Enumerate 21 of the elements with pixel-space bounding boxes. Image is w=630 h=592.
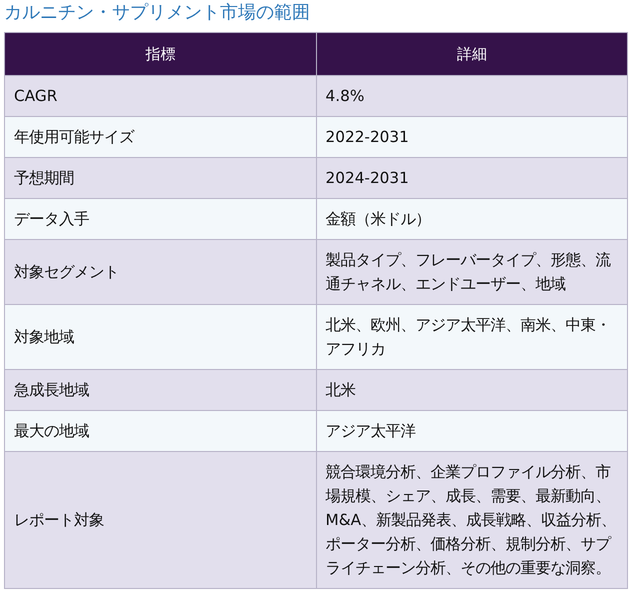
table-cell: 競合環境分析、企業プロファイル分析、市場規模、シェア、成長、需要、最新動向、M&A、新製品発表、成長戦略、収益分析、ポーター分析、価格分析、規制分析、サプライチェーン分析、その他の重要な洞察。 bbox=[316, 452, 628, 588]
table-cell: 4.8% bbox=[316, 76, 628, 116]
table-cell: データ入手 bbox=[4, 198, 316, 240]
table-cell: 2022-2031 bbox=[316, 116, 628, 158]
table-cell: 北米、欧州、アジア太平洋、南米、中東・アフリカ bbox=[316, 304, 628, 370]
table-cell: 最大の地域 bbox=[4, 410, 316, 452]
table-cell: レポート対象 bbox=[4, 452, 316, 588]
column-header: 指標 bbox=[4, 32, 316, 76]
table-cell: アジア太平洋 bbox=[316, 410, 628, 452]
table-cell: 予想期間 bbox=[4, 158, 316, 198]
page-title: カルニチン・サプリメント市場の範囲 bbox=[4, 1, 311, 25]
table-cell: 対象地域 bbox=[4, 304, 316, 370]
table-cell: 製品タイプ、フレーバータイプ、形態、流通チャネル、エンドユーザー、地域 bbox=[316, 240, 628, 304]
column-header: 詳細 bbox=[316, 32, 628, 76]
table-cell: 北米 bbox=[316, 370, 628, 410]
table-cell: CAGR bbox=[4, 76, 316, 116]
table-cell: 急成長地域 bbox=[4, 370, 316, 410]
table-cell: 年使用可能サイズ bbox=[4, 116, 316, 158]
table-cell: 金額（米ドル） bbox=[316, 198, 628, 240]
table-cell: 対象セグメント bbox=[4, 240, 316, 304]
table-cell: 2024-2031 bbox=[316, 158, 628, 198]
